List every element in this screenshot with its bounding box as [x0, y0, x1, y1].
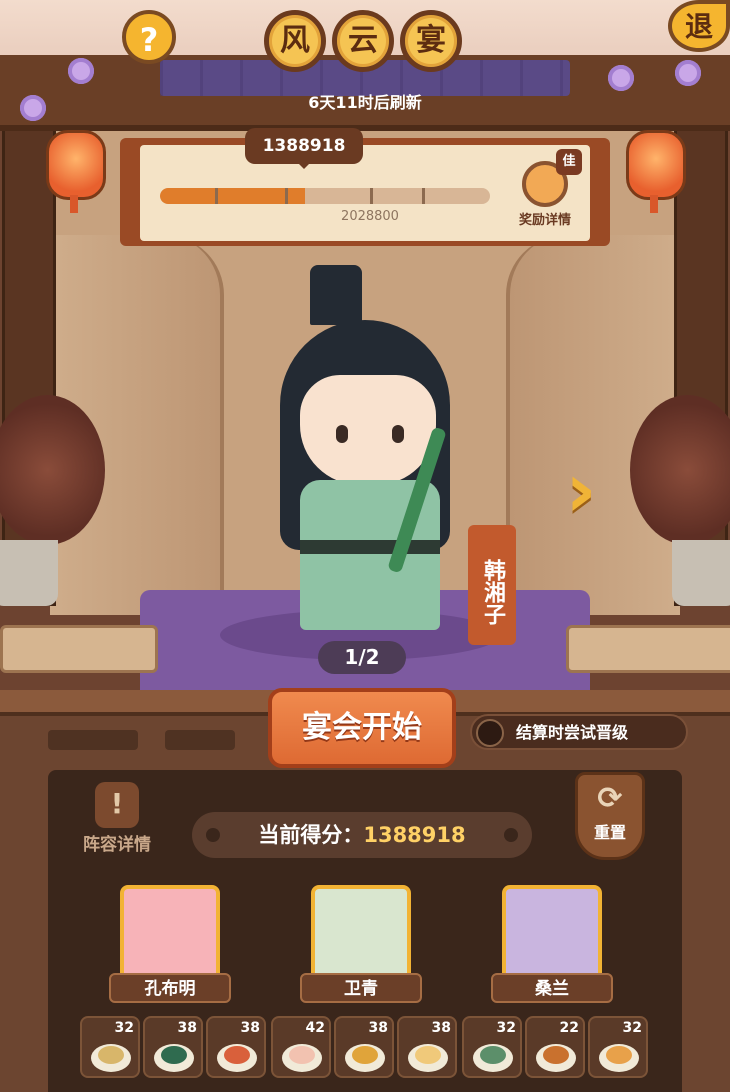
counter-slot [165, 730, 235, 750]
right-ledge [566, 625, 730, 673]
title-char-3: 宴 [400, 10, 462, 72]
upgrade-toggle[interactable]: 结算时尝试晋级 [470, 714, 688, 750]
dish-slot[interactable]: 38 [397, 1016, 457, 1078]
pill-dot [504, 828, 518, 842]
target-score: 2028800 [341, 209, 399, 224]
character-belt [300, 540, 440, 554]
character-figure[interactable] [270, 265, 470, 635]
flower-decoration [20, 95, 46, 121]
flower-decoration [608, 65, 634, 91]
hero-portrait [311, 885, 411, 981]
game-screen: ? 退 风 云 宴 6天11时后刷新 1388918 2028800 佳 奖励详… [0, 0, 730, 1092]
pill-dot [206, 828, 220, 842]
exit-button[interactable]: 退 [668, 0, 730, 52]
help-button[interactable]: ? [122, 10, 176, 64]
page-indicator: 1/2 [318, 641, 406, 674]
dish-count: 38 [240, 1020, 260, 1036]
title-char-1: 风 [264, 10, 326, 72]
progress-tick [370, 188, 373, 204]
score-progress-fill [160, 188, 306, 204]
hero-card[interactable]: 卫青 [300, 885, 422, 1005]
reset-icon: ⟳ [597, 781, 623, 816]
dish-count: 38 [431, 1020, 451, 1036]
hero-portrait [120, 885, 220, 981]
toggle-knob [476, 719, 504, 747]
current-score-pill: 当前得分：1388918 [192, 812, 532, 858]
hero-portrait [502, 885, 602, 981]
dish-count: 22 [559, 1020, 579, 1036]
flower-decoration [68, 58, 94, 84]
dish-icon [480, 1046, 506, 1064]
character-face [300, 375, 436, 485]
dish-icon [161, 1046, 187, 1064]
left-ledge [0, 625, 158, 673]
hero-card[interactable]: 孔布明 [109, 885, 231, 1005]
dish-slot[interactable]: 42 [271, 1016, 331, 1078]
progress-tick [215, 188, 218, 204]
dish-slot[interactable]: 38 [334, 1016, 394, 1078]
dish-icon [98, 1046, 124, 1064]
progress-tick [422, 188, 425, 204]
dish-count: 32 [114, 1020, 134, 1036]
hero-card[interactable]: 桑兰 [491, 885, 613, 1005]
start-banquet-button[interactable]: 宴会开始 [268, 688, 456, 768]
dish-icon [415, 1046, 441, 1064]
lineup-details-label: 阵容详情 [83, 835, 151, 855]
reward-details-label: 奖励详情 [518, 213, 571, 228]
current-score-value: 1388918 [363, 823, 466, 847]
refresh-countdown: 6天11时后刷新 [308, 93, 422, 112]
dish-count: 38 [177, 1020, 197, 1036]
upgrade-toggle-label: 结算时尝试晋级 [516, 723, 629, 742]
hero-name: 卫青 [300, 973, 422, 1003]
character-eye [392, 425, 404, 443]
dish-icon [543, 1046, 569, 1064]
current-score-tag: 1388918 [245, 128, 363, 169]
progress-tick [285, 188, 288, 204]
dish-count: 42 [305, 1020, 325, 1036]
alert-icon: ! [95, 782, 139, 828]
left-pot [0, 540, 58, 606]
character-eye [336, 425, 348, 443]
dish-icon [606, 1046, 632, 1064]
character-name-tag: 韩湘子 [468, 525, 516, 645]
score-progress-bar [160, 188, 490, 204]
current-score-label: 当前得分： [258, 823, 364, 847]
right-lantern [626, 130, 686, 213]
counter-slot [48, 730, 138, 750]
reward-details-button[interactable]: 佳 奖励详情 [511, 149, 582, 228]
right-pot [672, 540, 730, 606]
dish-slot[interactable]: 38 [143, 1016, 203, 1078]
reset-button[interactable]: ⟳ 重置 [575, 772, 645, 860]
hero-name: 孔布明 [109, 973, 231, 1003]
next-character-arrow[interactable]: › [555, 450, 607, 530]
left-lantern [46, 130, 106, 213]
dish-count: 32 [496, 1020, 516, 1036]
dish-icon [352, 1046, 378, 1064]
dish-count: 38 [368, 1020, 388, 1036]
dish-slot[interactable]: 32 [462, 1016, 522, 1078]
hero-name: 桑兰 [491, 973, 613, 1003]
character-hat [310, 265, 362, 325]
lineup-details-button[interactable]: ! 阵容详情 [75, 782, 159, 855]
dish-icon [224, 1046, 250, 1064]
dish-icon [289, 1046, 315, 1064]
dish-count: 32 [622, 1020, 642, 1036]
title-char-2: 云 [332, 10, 394, 72]
dish-slot[interactable]: 22 [525, 1016, 585, 1078]
reset-label: 重置 [593, 823, 626, 842]
dish-slot[interactable]: 32 [588, 1016, 648, 1078]
flower-decoration [675, 60, 701, 86]
dish-slot[interactable]: 32 [80, 1016, 140, 1078]
reward-grade-badge: 佳 [556, 149, 582, 175]
dish-slot[interactable]: 38 [206, 1016, 266, 1078]
